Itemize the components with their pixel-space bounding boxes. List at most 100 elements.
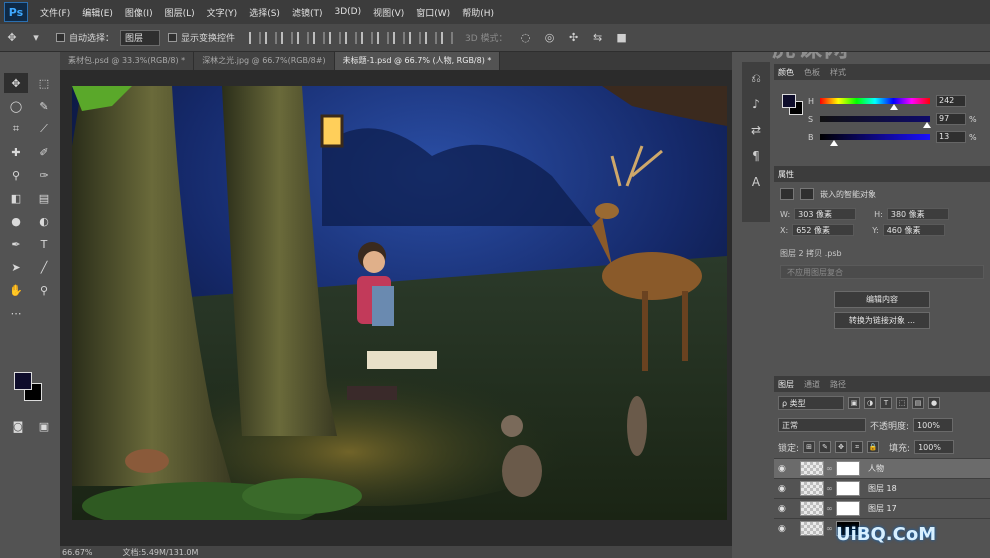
clone-stamp-icon[interactable]: ⚲	[4, 165, 28, 185]
lock-all-icon[interactable]: 🔒	[867, 441, 880, 453]
layer-mask-thumbnail[interactable]	[836, 501, 860, 516]
blur-tool-icon[interactable]: ●	[4, 211, 28, 231]
tab-styles[interactable]: 样式	[830, 67, 846, 78]
dodge-tool-icon[interactable]: ◐	[32, 211, 56, 231]
opacity-field[interactable]: 100%	[913, 418, 954, 432]
layer-row[interactable]: ◉ ∞ 人物	[774, 458, 990, 478]
hue-value[interactable]: 242	[936, 95, 966, 107]
auto-align-icon[interactable]	[441, 31, 454, 44]
saturation-value[interactable]: 97	[936, 113, 966, 125]
eye-icon[interactable]: ◉	[778, 464, 792, 474]
eraser-tool-icon[interactable]: ◧	[4, 188, 28, 208]
layer-row[interactable]: ◉ ∞ 图层 18	[774, 478, 990, 498]
paragraph-icon[interactable]: ¶	[746, 146, 766, 166]
menu-file[interactable]: 文件(F)	[34, 6, 76, 19]
menu-filter[interactable]: 滤镜(T)	[286, 6, 329, 19]
tab-forest-light[interactable]: 深林之光.jpg @ 66.7%(RGB/8#)	[194, 52, 335, 70]
link-icon[interactable]: ∞	[826, 524, 834, 533]
filter-shape-icon[interactable]: ⬚	[896, 397, 908, 409]
crop-tool-icon[interactable]: ⌗	[4, 119, 28, 139]
align-hcenter-icon[interactable]	[313, 31, 326, 44]
distribute-hcenter-icon[interactable]	[409, 31, 422, 44]
brightness-value[interactable]: 13	[936, 131, 966, 143]
auto-select-checkbox[interactable]	[56, 33, 65, 42]
move-tool-icon[interactable]: ✥	[4, 30, 20, 46]
eyedropper-tool-icon[interactable]: ⟋	[32, 119, 56, 139]
edit-contents-button[interactable]: 编辑内容	[834, 291, 930, 308]
tab-swatches[interactable]: 色板	[804, 67, 820, 78]
show-transform-checkbox[interactable]	[168, 33, 178, 42]
rotate-3d-icon[interactable]: ◌	[518, 30, 534, 46]
line-tool-icon[interactable]: ╱	[32, 257, 56, 277]
hue-knob[interactable]	[889, 104, 898, 110]
width-field[interactable]: 303 像素	[794, 208, 857, 220]
tab-properties[interactable]: 属性	[778, 169, 794, 180]
link-icon[interactable]: ∞	[826, 464, 834, 473]
zoom-tool-icon[interactable]: ⚲	[32, 280, 56, 300]
pen-tool-icon[interactable]: ✒	[4, 234, 28, 254]
eye-icon[interactable]: ◉	[778, 524, 792, 534]
path-select-icon[interactable]: ➤	[4, 257, 28, 277]
zoom-level[interactable]: 66.67%	[62, 548, 93, 557]
distribute-right-icon[interactable]	[425, 31, 438, 44]
align-left-icon[interactable]	[297, 31, 310, 44]
distribute-vcenter-icon[interactable]	[361, 31, 374, 44]
link-icon[interactable]: ∞	[826, 504, 834, 513]
brightness-knob[interactable]	[830, 140, 839, 146]
chevron-down-icon[interactable]: ▾	[28, 30, 44, 46]
brightness-slider[interactable]	[820, 134, 930, 146]
distribute-bottom-icon[interactable]	[377, 31, 390, 44]
menu-3d[interactable]: 3D(D)	[328, 7, 367, 17]
history-icon[interactable]: ⎌	[746, 68, 766, 88]
eye-icon[interactable]: ◉	[778, 504, 792, 514]
x-field[interactable]: 652 像素	[792, 224, 855, 236]
gradient-tool-icon[interactable]: ▤	[32, 188, 56, 208]
character-icon[interactable]: A	[746, 172, 766, 192]
tab-color[interactable]: 颜色	[778, 67, 794, 78]
screen-mode-icon[interactable]: ▣	[32, 416, 56, 436]
menu-edit[interactable]: 编辑(E)	[76, 6, 119, 19]
blend-mode-dropdown[interactable]: 正常	[778, 418, 866, 432]
hue-slider[interactable]	[820, 98, 930, 110]
pan-3d-icon[interactable]: ✣	[566, 30, 582, 46]
filter-toggle-icon[interactable]: ●	[928, 397, 940, 409]
tab-untitled[interactable]: 未标题-1.psd @ 66.7% (人物, RGB/8) *	[334, 52, 501, 70]
y-field[interactable]: 460 像素	[882, 224, 945, 236]
brush-tool-icon[interactable]: ✐	[32, 142, 56, 162]
lock-transparent-icon[interactable]: ⊞	[803, 441, 816, 453]
layer-name[interactable]: 图层 18	[868, 483, 897, 494]
type-tool-icon[interactable]: T	[32, 234, 56, 254]
filter-pixel-icon[interactable]: ▣	[848, 397, 860, 409]
menu-image[interactable]: 图像(I)	[119, 6, 159, 19]
layer-row[interactable]: ◉ ∞ 图层 17	[774, 498, 990, 518]
align-right-icon[interactable]	[329, 31, 342, 44]
healing-brush-icon[interactable]: ✚	[4, 142, 28, 162]
more-tools-icon[interactable]: ⋯	[4, 303, 28, 323]
tab-layers[interactable]: 图层	[778, 379, 794, 390]
layer-name[interactable]: 人物	[868, 463, 884, 474]
convert-to-linked-button[interactable]: 转换为链接对象 ...	[834, 312, 930, 329]
brush-settings-icon[interactable]: ♪	[746, 94, 766, 114]
menu-view[interactable]: 视图(V)	[367, 6, 410, 19]
move-tool-icon[interactable]: ✥	[4, 73, 28, 93]
quick-mask-icon[interactable]: ◙	[6, 416, 30, 436]
layer-filter-dropdown[interactable]: ρ 类型	[778, 396, 844, 410]
document-canvas[interactable]	[72, 86, 727, 520]
saturation-knob[interactable]	[922, 122, 931, 128]
layer-comp-dropdown[interactable]: 不应用图层复合	[780, 265, 984, 279]
tab-material[interactable]: 素材包.psd @ 33.3%(RGB/8) *	[60, 52, 195, 70]
layer-name[interactable]: 图层 17	[868, 503, 897, 514]
filter-adjustment-icon[interactable]: ◑	[864, 397, 876, 409]
menu-layer[interactable]: 图层(L)	[159, 6, 201, 19]
menu-window[interactable]: 窗口(W)	[410, 6, 456, 19]
saturation-slider[interactable]	[820, 116, 931, 128]
adjustments-icon[interactable]: ⇄	[746, 120, 766, 140]
menu-select[interactable]: 选择(S)	[243, 6, 286, 19]
mask-icon[interactable]	[800, 188, 814, 200]
tab-channels[interactable]: 通道	[804, 379, 820, 390]
filter-type-icon[interactable]: T	[880, 397, 892, 409]
roll-3d-icon[interactable]: ◎	[542, 30, 558, 46]
distribute-left-icon[interactable]	[393, 31, 406, 44]
slide-3d-icon[interactable]: ⇆	[590, 30, 606, 46]
marquee-tool-icon[interactable]: ⬚	[32, 73, 56, 93]
